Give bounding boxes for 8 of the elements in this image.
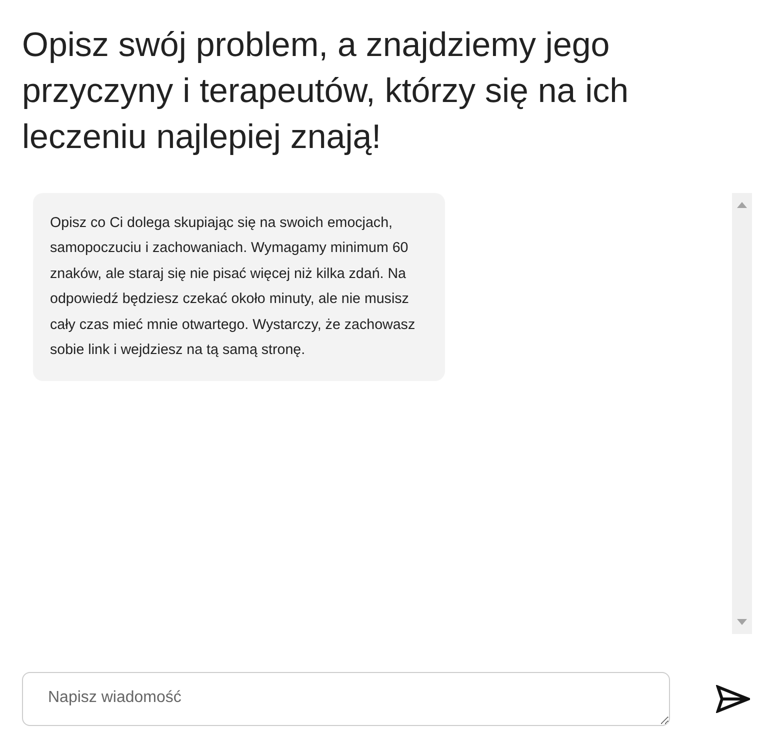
message-field[interactable]: Napisz wiadomość [22, 672, 670, 726]
scroll-up-icon[interactable] [737, 202, 747, 208]
send-button[interactable] [716, 685, 750, 713]
scroll-down-icon[interactable] [737, 619, 747, 625]
scrollbar[interactable] [732, 193, 752, 634]
chat-message: Opisz co Ci dolega skupiając się na swoich emocjach, samopoczuciu i zachowaniach. Wymagamy minimum 60 znaków, ale staraj się nie pisać więcej niż kilka zdań. Na odpowiedź będziesz czekać około minuty, ale nie musisz cały czas mieć mnie otwartego. Wystarczy, że zachowasz sobie link i wejdziesz na tą samą stronę. [33, 193, 445, 382]
page-heading: Opisz swój problem, a znajdziemy jego przyczyny i terapeutów, którzy się na ich leczeniu najlepiej znają! [22, 25, 630, 158]
send-icon [716, 685, 750, 713]
